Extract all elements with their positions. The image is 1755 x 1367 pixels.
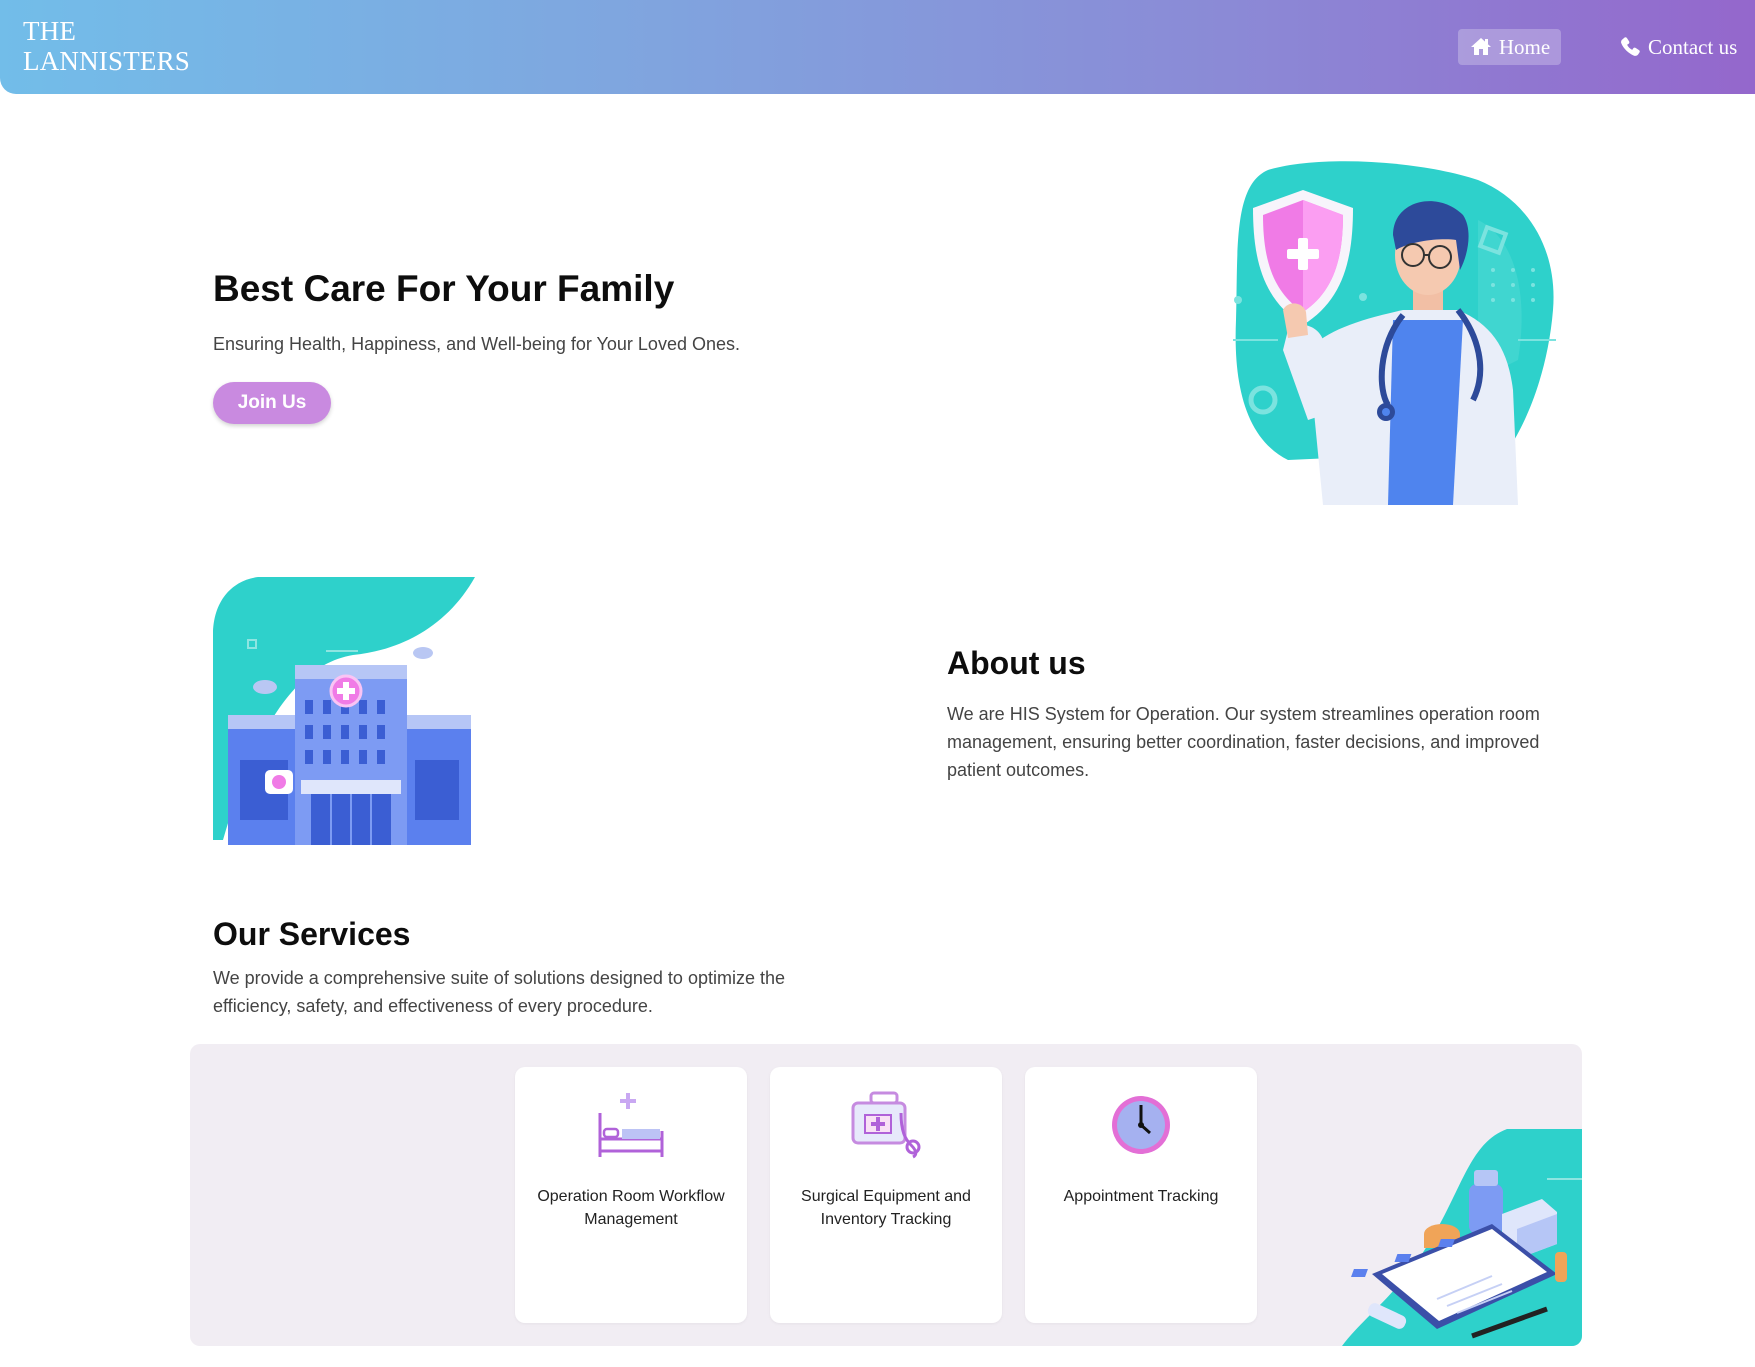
- services-text: We provide a comprehensive suite of solu…: [213, 968, 785, 1016]
- hero-subtitle: Ensuring Health, Happiness, and Well-bei…: [213, 334, 740, 354]
- nav-contact-label: Contact us: [1648, 34, 1738, 59]
- service-card-operation-room[interactable]: Operation Room Workflow Management: [515, 1067, 747, 1323]
- services-panel: Operation Room Workflow Management Surgi…: [190, 1044, 1582, 1346]
- join-us-button[interactable]: Join Us: [213, 382, 331, 424]
- service-label: Operation Room Workflow Management: [537, 1188, 725, 1228]
- hospital-building-illustration: [213, 575, 478, 845]
- top-navigation-bar: THE LANNISTERS Home Contact us: [0, 0, 1755, 94]
- service-card-surgical-equipment[interactable]: Surgical Equipment and Inventory Trackin…: [770, 1067, 1002, 1323]
- logo-line-2: LANNISTERS: [23, 46, 191, 76]
- about-text: We are HIS System for Operation. Our sys…: [947, 704, 1540, 780]
- service-label: Surgical Equipment and Inventory Trackin…: [801, 1188, 971, 1228]
- home-icon: [1469, 35, 1493, 59]
- nav-home-label: Home: [1498, 34, 1551, 59]
- service-card-appointment-tracking[interactable]: Appointment Tracking: [1025, 1067, 1257, 1323]
- logo-line-1: THE: [23, 16, 77, 46]
- about-title: About us: [947, 645, 1086, 681]
- service-label: Appointment Tracking: [1063, 1188, 1219, 1205]
- nav-home-link[interactable]: Home: [1458, 29, 1561, 65]
- medical-kit-icon: [847, 1091, 925, 1159]
- nav-contact-link[interactable]: Contact us: [1618, 29, 1737, 65]
- clock-icon: [1102, 1091, 1180, 1159]
- clipboard-medicine-illustration: [1342, 1104, 1582, 1346]
- doctor-with-shield-illustration: [1228, 160, 1558, 505]
- hospital-bed-icon: [592, 1091, 670, 1159]
- phone-icon: [1618, 35, 1642, 59]
- hero-title: Best Care For Your Family: [213, 268, 675, 309]
- logo[interactable]: THE LANNISTERS: [23, 16, 190, 76]
- services-title: Our Services: [213, 916, 411, 952]
